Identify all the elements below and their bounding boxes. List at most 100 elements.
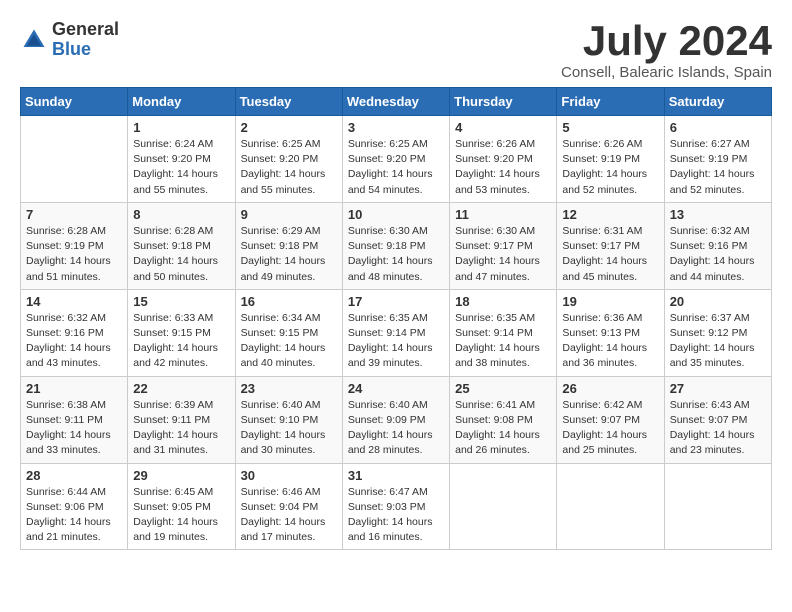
calendar-week-row: 1 Sunrise: 6:24 AMSunset: 9:20 PMDaylight…	[21, 116, 772, 203]
calendar-cell: 12 Sunrise: 6:31 AMSunset: 9:17 PMDayligh…	[557, 202, 664, 289]
logo-icon	[20, 26, 48, 54]
day-number: 29	[133, 468, 229, 483]
calendar-cell: 14 Sunrise: 6:32 AMSunset: 9:16 PMDayligh…	[21, 289, 128, 376]
logo-blue: Blue	[52, 40, 119, 60]
cell-content: Sunrise: 6:32 AMSunset: 9:16 PMDaylight:…	[670, 224, 766, 285]
cell-content: Sunrise: 6:43 AMSunset: 9:07 PMDaylight:…	[670, 398, 766, 459]
calendar-table: SundayMondayTuesdayWednesdayThursdayFrid…	[20, 87, 772, 550]
cell-content: Sunrise: 6:30 AMSunset: 9:18 PMDaylight:…	[348, 224, 444, 285]
day-number: 11	[455, 207, 551, 222]
calendar-cell	[664, 463, 771, 550]
day-number: 6	[670, 120, 766, 135]
header-day: Monday	[128, 88, 235, 116]
calendar-cell	[21, 116, 128, 203]
calendar-cell: 25 Sunrise: 6:41 AMSunset: 9:08 PMDayligh…	[450, 376, 557, 463]
calendar-week-row: 28 Sunrise: 6:44 AMSunset: 9:06 PMDayligh…	[21, 463, 772, 550]
calendar-cell: 24Sunrise: 6:40 AMSunset: 9:09 PMDayligh…	[342, 376, 449, 463]
location: Consell, Balearic Islands, Spain	[561, 64, 772, 81]
day-number: 24	[348, 381, 444, 396]
cell-content: Sunrise: 6:38 AMSunset: 9:11 PMDaylight:…	[26, 398, 122, 459]
month-year: July 2024	[561, 20, 772, 62]
cell-content: Sunrise: 6:31 AMSunset: 9:17 PMDaylight:…	[562, 224, 658, 285]
day-number: 30	[241, 468, 337, 483]
calendar-cell: 7Sunrise: 6:28 AMSunset: 9:19 PMDaylight…	[21, 202, 128, 289]
cell-content: Sunrise: 6:26 AMSunset: 9:19 PMDaylight:…	[562, 137, 658, 198]
day-number: 8	[133, 207, 229, 222]
cell-content: Sunrise: 6:35 AMSunset: 9:14 PMDaylight:…	[455, 311, 551, 372]
calendar-cell: 11Sunrise: 6:30 AMSunset: 9:17 PMDayligh…	[450, 202, 557, 289]
cell-content: Sunrise: 6:45 AMSunset: 9:05 PMDaylight:…	[133, 485, 229, 546]
day-number: 2	[241, 120, 337, 135]
day-number: 21	[26, 381, 122, 396]
cell-content: Sunrise: 6:36 AMSunset: 9:13 PMDaylight:…	[562, 311, 658, 372]
cell-content: Sunrise: 6:35 AMSunset: 9:14 PMDaylight:…	[348, 311, 444, 372]
calendar-cell: 9 Sunrise: 6:29 AMSunset: 9:18 PMDaylight…	[235, 202, 342, 289]
cell-content: Sunrise: 6:46 AMSunset: 9:04 PMDaylight:…	[241, 485, 337, 546]
day-number: 31	[348, 468, 444, 483]
calendar-header: SundayMondayTuesdayWednesdayThursdayFrid…	[21, 88, 772, 116]
calendar-cell: 21 Sunrise: 6:38 AMSunset: 9:11 PMDayligh…	[21, 376, 128, 463]
day-number: 4	[455, 120, 551, 135]
calendar-cell: 6 Sunrise: 6:27 AMSunset: 9:19 PMDaylight…	[664, 116, 771, 203]
calendar-week-row: 21 Sunrise: 6:38 AMSunset: 9:11 PMDayligh…	[21, 376, 772, 463]
logo: General Blue	[20, 20, 119, 60]
header-day: Sunday	[21, 88, 128, 116]
cell-content: Sunrise: 6:25 AMSunset: 9:20 PMDaylight:…	[348, 137, 444, 198]
cell-content: Sunrise: 6:47 AMSunset: 9:03 PMDaylight:…	[348, 485, 444, 546]
day-number: 5	[562, 120, 658, 135]
cell-content: Sunrise: 6:26 AMSunset: 9:20 PMDaylight:…	[455, 137, 551, 198]
cell-content: Sunrise: 6:24 AMSunset: 9:20 PMDaylight:…	[133, 137, 229, 198]
header-day: Tuesday	[235, 88, 342, 116]
day-number: 7	[26, 207, 122, 222]
cell-content: Sunrise: 6:34 AMSunset: 9:15 PMDaylight:…	[241, 311, 337, 372]
day-number: 13	[670, 207, 766, 222]
cell-content: Sunrise: 6:25 AMSunset: 9:20 PMDaylight:…	[241, 137, 337, 198]
cell-content: Sunrise: 6:32 AMSunset: 9:16 PMDaylight:…	[26, 311, 122, 372]
day-number: 20	[670, 294, 766, 309]
day-number: 25	[455, 381, 551, 396]
day-number: 3	[348, 120, 444, 135]
day-number: 17	[348, 294, 444, 309]
calendar-cell: 31 Sunrise: 6:47 AMSunset: 9:03 PMDayligh…	[342, 463, 449, 550]
day-number: 1	[133, 120, 229, 135]
calendar-cell: 2 Sunrise: 6:25 AMSunset: 9:20 PMDaylight…	[235, 116, 342, 203]
header-day: Thursday	[450, 88, 557, 116]
calendar-cell: 23 Sunrise: 6:40 AMSunset: 9:10 PMDayligh…	[235, 376, 342, 463]
cell-content: Sunrise: 6:33 AMSunset: 9:15 PMDaylight:…	[133, 311, 229, 372]
calendar-cell: 30 Sunrise: 6:46 AMSunset: 9:04 PMDayligh…	[235, 463, 342, 550]
day-number: 23	[241, 381, 337, 396]
cell-content: Sunrise: 6:41 AMSunset: 9:08 PMDaylight:…	[455, 398, 551, 459]
day-number: 10	[348, 207, 444, 222]
calendar-body: 1 Sunrise: 6:24 AMSunset: 9:20 PMDaylight…	[21, 116, 772, 550]
cell-content: Sunrise: 6:44 AMSunset: 9:06 PMDaylight:…	[26, 485, 122, 546]
cell-content: Sunrise: 6:39 AMSunset: 9:11 PMDaylight:…	[133, 398, 229, 459]
header-row: SundayMondayTuesdayWednesdayThursdayFrid…	[21, 88, 772, 116]
day-number: 28	[26, 468, 122, 483]
day-number: 19	[562, 294, 658, 309]
calendar-cell: 26Sunrise: 6:42 AMSunset: 9:07 PMDayligh…	[557, 376, 664, 463]
day-number: 16	[241, 294, 337, 309]
title-block: July 2024 Consell, Balearic Islands, Spa…	[561, 20, 772, 81]
calendar-cell: 17 Sunrise: 6:35 AMSunset: 9:14 PMDayligh…	[342, 289, 449, 376]
cell-content: Sunrise: 6:40 AMSunset: 9:10 PMDaylight:…	[241, 398, 337, 459]
header-day: Wednesday	[342, 88, 449, 116]
calendar-cell: 22Sunrise: 6:39 AMSunset: 9:11 PMDayligh…	[128, 376, 235, 463]
logo-text: General Blue	[52, 20, 119, 60]
day-number: 12	[562, 207, 658, 222]
calendar-cell	[450, 463, 557, 550]
cell-content: Sunrise: 6:29 AMSunset: 9:18 PMDaylight:…	[241, 224, 337, 285]
cell-content: Sunrise: 6:27 AMSunset: 9:19 PMDaylight:…	[670, 137, 766, 198]
day-number: 14	[26, 294, 122, 309]
calendar-week-row: 14 Sunrise: 6:32 AMSunset: 9:16 PMDayligh…	[21, 289, 772, 376]
header-day: Saturday	[664, 88, 771, 116]
calendar-cell: 4 Sunrise: 6:26 AMSunset: 9:20 PMDaylight…	[450, 116, 557, 203]
day-number: 9	[241, 207, 337, 222]
calendar-cell: 20Sunrise: 6:37 AMSunset: 9:12 PMDayligh…	[664, 289, 771, 376]
calendar-week-row: 7Sunrise: 6:28 AMSunset: 9:19 PMDaylight…	[21, 202, 772, 289]
calendar-cell: 29 Sunrise: 6:45 AMSunset: 9:05 PMDayligh…	[128, 463, 235, 550]
calendar-cell: 8 Sunrise: 6:28 AMSunset: 9:18 PMDaylight…	[128, 202, 235, 289]
calendar-cell: 19 Sunrise: 6:36 AMSunset: 9:13 PMDayligh…	[557, 289, 664, 376]
cell-content: Sunrise: 6:28 AMSunset: 9:18 PMDaylight:…	[133, 224, 229, 285]
page-header: General Blue July 2024 Consell, Balearic…	[20, 20, 772, 81]
calendar-cell: 15Sunrise: 6:33 AMSunset: 9:15 PMDayligh…	[128, 289, 235, 376]
